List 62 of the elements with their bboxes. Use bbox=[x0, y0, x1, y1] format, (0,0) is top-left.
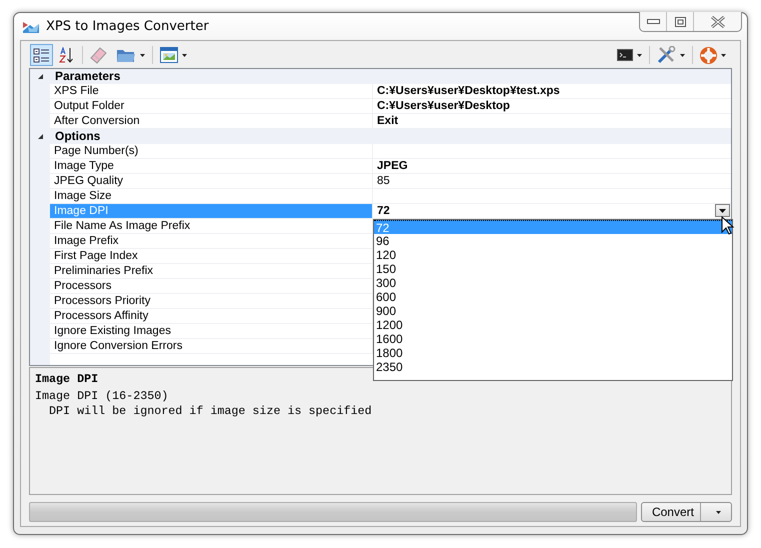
property-value[interactable]: Exit bbox=[377, 114, 398, 128]
dropdown-option[interactable]: 2350 bbox=[374, 360, 732, 374]
console-icon bbox=[617, 49, 633, 61]
property-name[interactable]: Ignore Existing Images bbox=[50, 324, 373, 339]
property-name[interactable]: Processors Priority bbox=[50, 294, 373, 309]
close-icon bbox=[710, 16, 724, 28]
collapse-icon[interactable] bbox=[36, 133, 44, 140]
dropdown-option[interactable]: 900 bbox=[374, 304, 732, 318]
property-name[interactable]: Output Folder bbox=[50, 99, 373, 114]
description-title: Image DPI bbox=[35, 372, 100, 387]
dropdown-option[interactable]: 600 bbox=[374, 290, 732, 304]
property-value[interactable]: JPEG bbox=[377, 159, 408, 173]
property-name[interactable]: Processors bbox=[50, 279, 373, 294]
image-window-icon bbox=[160, 47, 178, 63]
caret-icon bbox=[680, 54, 685, 56]
property-name[interactable]: Preliminaries Prefix bbox=[50, 264, 373, 279]
caret-icon bbox=[721, 54, 726, 56]
maximize-icon bbox=[674, 16, 686, 26]
lifebuoy-icon bbox=[700, 46, 717, 64]
property-value[interactable]: 85 bbox=[377, 174, 390, 188]
caret-icon bbox=[182, 54, 187, 56]
property-name[interactable]: Page Number(s) bbox=[50, 144, 373, 159]
dropdown-option[interactable]: 1800 bbox=[374, 346, 732, 360]
property-name[interactable]: JPEG Quality bbox=[50, 174, 373, 189]
tools-icon bbox=[657, 46, 676, 64]
window-title: XPS to Images Converter bbox=[46, 18, 209, 34]
categorized-icon bbox=[33, 46, 50, 64]
app-icon bbox=[22, 19, 40, 33]
property-value[interactable]: C:¥Users¥user¥Desktop bbox=[377, 99, 510, 113]
caret-icon bbox=[140, 54, 145, 56]
dropdown-option[interactable]: 1600 bbox=[374, 332, 732, 346]
dropdown-option[interactable]: 300 bbox=[374, 276, 732, 290]
caret-icon bbox=[719, 208, 726, 212]
description-text: DPI will be ignored if image size is specified bbox=[48, 404, 373, 419]
property-name[interactable]: Processors Affinity bbox=[50, 309, 373, 324]
caret-icon bbox=[716, 510, 720, 514]
property-name[interactable]: File Name As Image Prefix bbox=[50, 219, 373, 234]
dropdown-option[interactable]: 1200 bbox=[374, 318, 732, 332]
property-value[interactable]: C:¥Users¥user¥Desktop¥test.xps bbox=[377, 84, 560, 98]
folder-icon bbox=[116, 47, 136, 63]
property-value[interactable]: 72 bbox=[377, 204, 390, 218]
dropdown-option[interactable]: 96 bbox=[374, 234, 732, 248]
help-button[interactable] bbox=[697, 44, 729, 66]
categorized-view-button[interactable] bbox=[30, 44, 53, 66]
minimize-icon bbox=[646, 19, 660, 24]
eraser-icon bbox=[90, 46, 107, 64]
dropdown-button[interactable] bbox=[715, 204, 730, 217]
caret-icon bbox=[637, 54, 642, 56]
dropdown-option[interactable]: 120 bbox=[374, 248, 732, 262]
convert-button[interactable]: Convert bbox=[640, 502, 732, 522]
category-header[interactable]: Options bbox=[50, 129, 731, 144]
description-text: Image DPI (16-2350) bbox=[35, 389, 170, 404]
sort-az-icon bbox=[59, 47, 74, 63]
collapse-icon[interactable] bbox=[36, 73, 44, 80]
dropdown-option[interactable]: 150 bbox=[374, 262, 732, 276]
property-name[interactable]: Ignore Conversion Errors bbox=[50, 339, 373, 354]
image-button[interactable] bbox=[157, 44, 190, 66]
property-name[interactable]: Image Type bbox=[50, 159, 373, 174]
category-header[interactable]: Parameters bbox=[50, 69, 731, 84]
property-name[interactable]: First Page Index bbox=[50, 249, 373, 264]
property-name[interactable]: XPS File bbox=[50, 84, 373, 99]
property-name[interactable]: Image Prefix bbox=[50, 234, 373, 249]
